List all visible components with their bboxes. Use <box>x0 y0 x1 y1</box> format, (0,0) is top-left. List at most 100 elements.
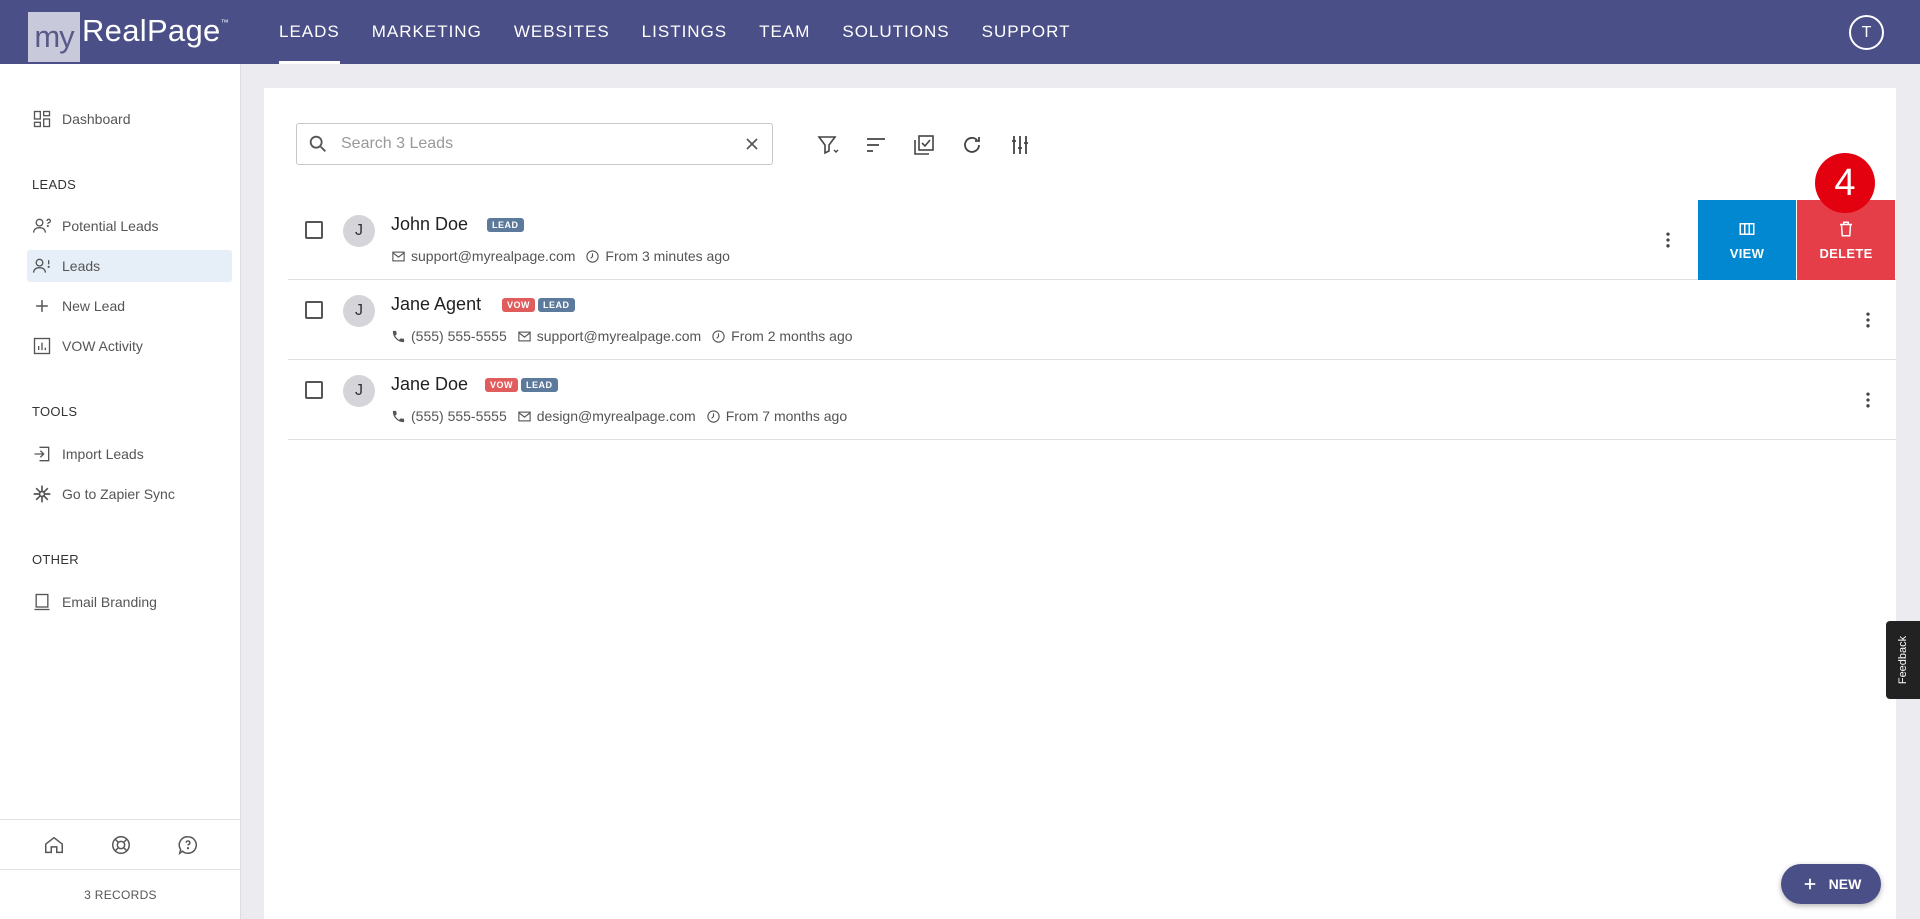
nav-solutions[interactable]: SOLUTIONS <box>826 0 965 64</box>
avatar: J <box>343 215 375 247</box>
plus-icon <box>1804 878 1815 890</box>
home-icon[interactable] <box>43 834 65 856</box>
new-lead-button[interactable]: NEW <box>1781 864 1881 904</box>
sidebar-footer-icons <box>0 819 241 869</box>
feedback-tab[interactable]: Feedback <box>1886 621 1920 699</box>
records-count: 3 RECORDS <box>0 869 241 919</box>
view-columns-icon <box>1739 222 1755 235</box>
nav-websites[interactable]: WEBSITES <box>498 0 626 64</box>
lead-time-text: From 3 minutes ago <box>605 248 730 264</box>
select-all-icon <box>914 135 934 155</box>
toolbar <box>804 129 1044 161</box>
lead-name[interactable]: John Doe <box>391 214 468 235</box>
lead-row[interactable]: J Jane Agent VOW LEAD (555) 555-5555 sup… <box>288 280 1896 360</box>
select-all-button[interactable] <box>900 129 948 161</box>
user-avatar[interactable]: T <box>1849 15 1884 50</box>
logo-name: RealPage <box>82 13 221 48</box>
lifebuoy-icon[interactable] <box>110 834 132 856</box>
lead-time-text: From 7 months ago <box>725 408 848 424</box>
sidebar: Dashboard LEADS Potential Leads Leads Ne… <box>0 64 241 919</box>
sidebar-item-leads[interactable]: Leads <box>27 250 232 282</box>
sidebar-item-import-leads[interactable]: Import Leads <box>27 438 232 470</box>
vow-badge: VOW <box>502 298 535 312</box>
lead-time: From 3 minutes ago <box>585 248 730 264</box>
lead-badges: VOW LEAD <box>502 298 575 312</box>
row-checkbox[interactable] <box>305 301 323 319</box>
lead-meta: support@myrealpage.com From 3 minutes ag… <box>391 248 740 264</box>
search-input[interactable] <box>341 135 731 153</box>
nav-leads[interactable]: LEADS <box>263 0 356 64</box>
clock-icon <box>586 249 600 263</box>
sidebar-item-label: Email Branding <box>62 594 157 610</box>
sidebar-item-label: Leads <box>62 258 101 274</box>
filter-button[interactable] <box>804 129 852 161</box>
vow-badge: VOW <box>485 378 518 392</box>
lead-badges: VOW LEAD <box>485 378 558 392</box>
lead-name[interactable]: Jane Agent <box>391 294 481 315</box>
sidebar-item-email-branding[interactable]: Email Branding <box>27 586 232 618</box>
sidebar-item-label: Go to Zapier Sync <box>62 486 175 502</box>
clock-icon <box>707 409 720 423</box>
more-vertical-icon <box>1866 392 1870 408</box>
sidebar-item-new-lead[interactable]: New Lead <box>27 290 232 322</box>
lead-name[interactable]: Jane Doe <box>391 374 468 395</box>
mail-icon <box>518 411 531 421</box>
refresh-button[interactable] <box>948 129 996 161</box>
row-menu-button[interactable] <box>1856 308 1880 332</box>
lead-badge: LEAD <box>487 218 524 232</box>
nav-marketing[interactable]: MARKETING <box>356 0 498 64</box>
sidebar-section-leads: LEADS <box>32 177 77 192</box>
lead-meta: (555) 555-5555 design@myrealpage.com Fro… <box>391 408 857 424</box>
clear-icon[interactable] <box>742 134 762 154</box>
myrealpage-logo[interactable]: my RealPage ™ <box>28 12 229 62</box>
help-chat-icon[interactable] <box>177 834 199 856</box>
person-question-icon <box>33 218 51 233</box>
refresh-icon <box>964 137 980 153</box>
delete-label: DELETE <box>1819 245 1873 261</box>
lead-phone: (555) 555-5555 <box>391 328 507 344</box>
lead-phone: (555) 555-5555 <box>391 408 507 424</box>
trash-icon <box>1840 221 1852 236</box>
row-menu-button[interactable] <box>1656 228 1680 252</box>
sidebar-item-dashboard[interactable]: Dashboard <box>27 103 232 135</box>
columns-settings-button[interactable] <box>996 129 1044 161</box>
nav-support[interactable]: SUPPORT <box>966 0 1087 64</box>
lead-row[interactable]: J John Doe LEAD support@myrealpage.com F… <box>288 200 1896 280</box>
row-checkbox[interactable] <box>305 381 323 399</box>
nav-team[interactable]: TEAM <box>743 0 826 64</box>
phone-icon <box>392 330 405 342</box>
sidebar-item-potential-leads[interactable]: Potential Leads <box>27 210 232 242</box>
step-number-badge: 4 <box>1815 153 1875 213</box>
lead-badge: LEAD <box>521 378 558 392</box>
lead-email-text: design@myrealpage.com <box>536 408 696 424</box>
view-button[interactable]: VIEW <box>1698 200 1796 280</box>
lead-time: From 2 months ago <box>711 328 853 344</box>
logo-trademark: ™ <box>220 17 229 27</box>
lead-email-text: support@myrealpage.com <box>536 328 702 344</box>
row-menu-button[interactable] <box>1856 388 1880 412</box>
sort-button[interactable] <box>852 129 900 161</box>
lead-email: support@myrealpage.com <box>391 248 575 264</box>
sidebar-item-zapier-sync[interactable]: Go to Zapier Sync <box>27 478 232 510</box>
main-nav: LEADS MARKETING WEBSITES LISTINGS TEAM S… <box>263 0 1087 64</box>
sidebar-item-label: VOW Activity <box>62 338 143 354</box>
sidebar-item-label: Potential Leads <box>62 218 159 234</box>
mail-icon <box>392 251 405 261</box>
more-vertical-icon <box>1866 312 1870 328</box>
lead-time-text: From 2 months ago <box>731 328 853 344</box>
columns-settings-icon <box>1012 136 1028 154</box>
lead-row[interactable]: J Jane Doe VOW LEAD (555) 555-5555 desig… <box>288 360 1896 440</box>
feedback-label: Feedback <box>1897 635 1909 685</box>
mail-icon <box>518 331 531 341</box>
sidebar-item-label: New Lead <box>62 298 126 314</box>
filter-icon <box>817 136 839 155</box>
clock-icon <box>712 329 725 343</box>
import-icon <box>34 446 50 462</box>
view-label: VIEW <box>1729 245 1765 261</box>
row-checkbox[interactable] <box>305 221 323 239</box>
sort-icon <box>867 138 885 152</box>
lead-badge: LEAD <box>538 298 575 312</box>
lead-phone-text: (555) 555-5555 <box>411 408 507 424</box>
sidebar-item-vow-activity[interactable]: VOW Activity <box>27 330 232 362</box>
nav-listings[interactable]: LISTINGS <box>626 0 743 64</box>
